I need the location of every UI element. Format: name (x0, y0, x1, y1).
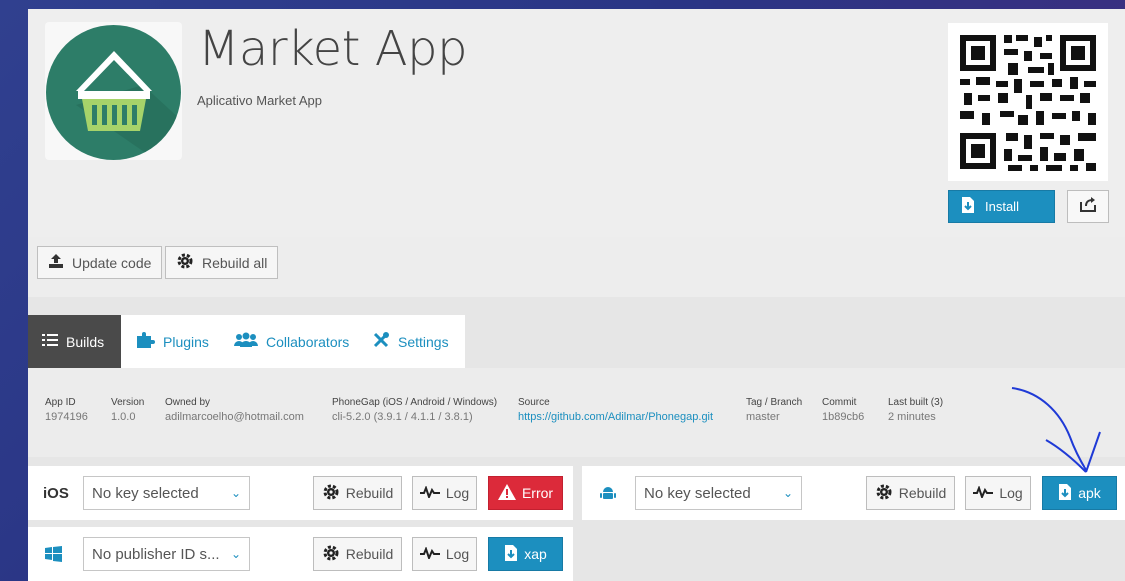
action-toolbar: Update code Rebuild all (28, 237, 1125, 297)
last-built-label: Last built (3) (888, 397, 944, 408)
android-log-label: Log (999, 485, 1023, 501)
gear-icon (322, 544, 340, 565)
ios-key-select[interactable]: No key selected ⌄ (83, 476, 250, 510)
tab-settings-label: Settings (398, 333, 449, 350)
app-page: Market App Aplicativo Market App Install… (28, 9, 1125, 581)
last-built-value: 2 minutes (888, 411, 936, 423)
tag-field: Tag / Branch master (746, 396, 802, 424)
windows-publisher-select[interactable]: No publisher ID s... ⌄ (83, 537, 250, 571)
tab-builds[interactable]: Builds (28, 315, 121, 376)
owned-by-label: Owned by (165, 397, 211, 408)
owned-by-value: adilmarcoelho@hotmail.com (165, 411, 304, 423)
ios-key-value: No key selected (92, 484, 199, 502)
tab-settings[interactable]: Settings (358, 315, 465, 368)
warning-icon (497, 483, 516, 503)
commit-label: Commit (822, 397, 857, 408)
app-id-field: App ID 1974196 (45, 396, 88, 424)
share-icon (1079, 196, 1097, 217)
ios-label: iOS (43, 485, 69, 502)
share-button[interactable] (1067, 190, 1109, 223)
people-icon (234, 332, 258, 351)
last-built-field: Last built (3) 2 minutes (888, 396, 943, 424)
tab-collaborators-label: Collaborators (266, 333, 350, 350)
phonegap-label: PhoneGap (iOS / Android / Windows) (332, 397, 498, 408)
android-rebuild-label: Rebuild (898, 485, 947, 501)
apk-download-button[interactable]: apk (1042, 476, 1117, 510)
install-button[interactable]: Install (948, 190, 1055, 223)
ios-error-button[interactable]: Error (488, 476, 563, 510)
android-key-select[interactable]: No key selected ⌄ (635, 476, 802, 510)
list-icon (42, 333, 58, 350)
app-icon (45, 22, 182, 160)
android-icon (600, 485, 616, 506)
tab-plugins[interactable]: Plugins (121, 315, 220, 368)
tab-builds-label: Builds (66, 333, 105, 350)
windows-publisher-value: No publisher ID s... (92, 545, 220, 563)
ios-rebuild-button[interactable]: Rebuild (313, 476, 402, 510)
ios-build-panel: iOS No key selected ⌄ Rebuild Log Error (28, 466, 573, 520)
android-log-button[interactable]: Log (965, 476, 1031, 510)
source-link[interactable]: https://github.com/Adilmar/Phonegap.git (518, 410, 713, 424)
android-key-value: No key selected (644, 484, 751, 502)
rebuild-all-label: Rebuild all (202, 254, 268, 271)
ios-rebuild-label: Rebuild (345, 485, 394, 501)
gear-icon (176, 252, 194, 273)
download-file-icon (1058, 483, 1072, 504)
basket-icon (46, 25, 181, 160)
rebuild-all-button[interactable]: Rebuild all (165, 246, 279, 279)
pulse-icon (419, 546, 440, 562)
version-field: Version 1.0.0 (111, 396, 144, 424)
install-label: Install (985, 199, 1019, 214)
phonegap-field: PhoneGap (iOS / Android / Windows) cli-5… (332, 396, 497, 424)
qr-code (948, 23, 1108, 181)
chevron-down-icon: ⌄ (782, 486, 793, 500)
tag-label: Tag / Branch (746, 397, 803, 408)
ios-log-label: Log (445, 485, 470, 501)
tag-value: master (746, 411, 780, 423)
windows-log-label: Log (445, 546, 470, 562)
windows-rebuild-button[interactable]: Rebuild (313, 537, 402, 571)
tab-plugins-label: Plugins (163, 333, 209, 350)
version-value: 1.0.0 (111, 411, 136, 423)
app-description: Aplicativo Market App (197, 93, 323, 108)
windows-rebuild-label: Rebuild (345, 546, 394, 562)
windows-log-button[interactable]: Log (412, 537, 477, 571)
ios-error-label: Error (521, 485, 554, 501)
android-rebuild-button[interactable]: Rebuild (866, 476, 955, 510)
gear-icon (322, 483, 340, 504)
chevron-down-icon: ⌄ (230, 486, 241, 500)
app-id-label: App ID (45, 397, 76, 408)
commit-field: Commit 1b89cb6 (822, 396, 864, 424)
update-code-button[interactable]: Update code (37, 246, 163, 279)
app-header: Market App Aplicativo Market App Install (28, 9, 1125, 237)
xap-label: xap (524, 546, 547, 562)
download-file-icon (961, 196, 975, 217)
app-id-value: 1974196 (45, 411, 88, 423)
update-code-label: Update code (72, 254, 152, 271)
app-tabs: Builds Plugins Collaborators Settings (28, 315, 465, 376)
tab-collaborators[interactable]: Collaborators (220, 315, 358, 368)
pulse-icon (973, 485, 994, 501)
annotation-arrow (1011, 387, 1101, 473)
source-label: Source (518, 397, 550, 408)
xap-download-button[interactable]: xap (488, 537, 563, 571)
version-label: Version (111, 397, 145, 408)
app-title: Market App (198, 21, 468, 77)
windows-icon (45, 546, 62, 567)
owned-by-field: Owned by adilmarcoelho@hotmail.com (165, 396, 304, 424)
phonegap-value: cli-5.2.0 (3.9.1 / 4.1.1 / 3.8.1) (332, 411, 473, 423)
upload-icon (48, 253, 64, 272)
source-field: Source https://github.com/Adilmar/Phoneg… (518, 396, 713, 424)
gear-icon (875, 483, 893, 504)
build-info: App ID 1974196 Version 1.0.0 Owned by ad… (28, 368, 1125, 457)
wrench-icon (372, 331, 390, 352)
commit-value: 1b89cb6 (822, 411, 865, 423)
pulse-icon (419, 485, 440, 501)
ios-log-button[interactable]: Log (412, 476, 477, 510)
download-file-icon (504, 544, 518, 565)
chevron-down-icon: ⌄ (230, 547, 241, 561)
apk-label: apk (1078, 485, 1101, 501)
puzzle-icon (135, 331, 155, 352)
windows-build-panel: No publisher ID s... ⌄ Rebuild Log xap (28, 527, 573, 581)
